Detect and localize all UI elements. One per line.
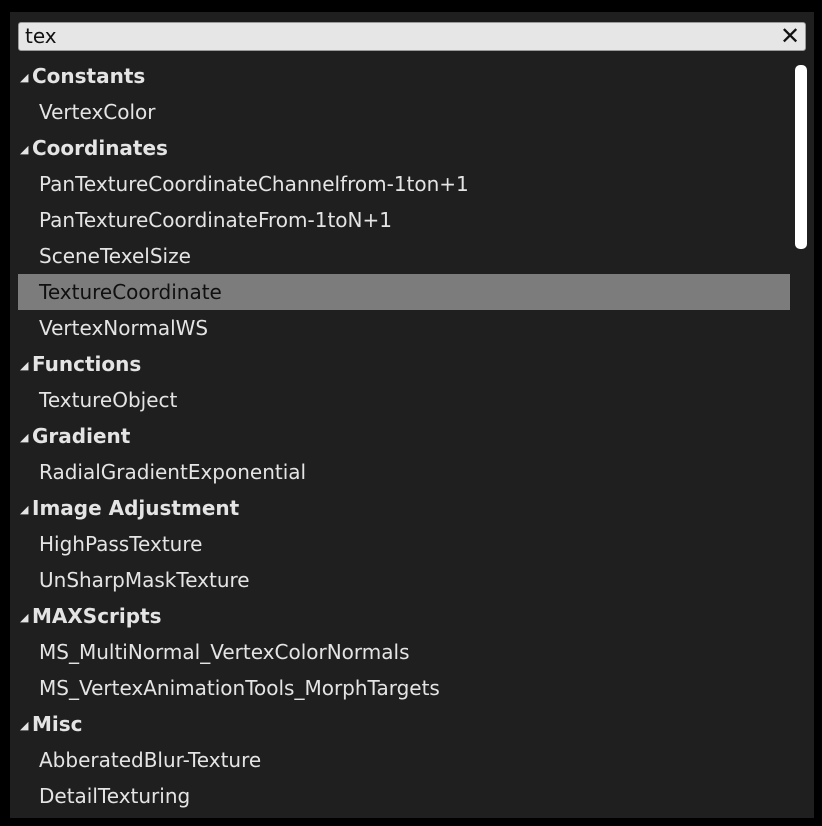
list-item[interactable]: TextureObject: [18, 382, 790, 418]
category-label: Gradient: [32, 424, 131, 448]
category-label: Coordinates: [32, 136, 168, 160]
search-box[interactable]: ✕: [18, 22, 806, 51]
clear-search-button[interactable]: ✕: [777, 24, 803, 49]
category-label: Misc: [32, 712, 83, 736]
category-header[interactable]: ◢ Coordinates: [18, 130, 790, 166]
list-item[interactable]: VertexColor: [18, 94, 790, 130]
category-header[interactable]: ◢ MAXScripts: [18, 598, 790, 634]
category-header[interactable]: ◢ Gradient: [18, 418, 790, 454]
list-item[interactable]: PanTextureCoordinateChannelfrom-1ton+1: [18, 166, 790, 202]
category-header[interactable]: ◢ Functions: [18, 346, 790, 382]
list-item[interactable]: HighPassTexture: [18, 526, 790, 562]
list-item[interactable]: RadialGradientExponential: [18, 454, 790, 490]
expand-triangle-icon[interactable]: ◢: [20, 348, 32, 384]
expand-triangle-icon[interactable]: ◢: [20, 132, 32, 168]
list-item[interactable]: MS_MultiNormal_VertexColorNormals: [18, 634, 790, 670]
list-item[interactable]: UnSharpMaskTexture: [18, 562, 790, 598]
category-header[interactable]: ◢ Image Adjustment: [18, 490, 790, 526]
category-label: Functions: [32, 352, 142, 376]
expand-triangle-icon[interactable]: ◢: [20, 60, 32, 96]
list-item[interactable]: AbberatedBlur-Texture: [18, 742, 790, 778]
vertical-scrollbar[interactable]: [793, 58, 809, 818]
list-item[interactable]: DetailTexturing: [18, 778, 790, 814]
expand-triangle-icon[interactable]: ◢: [20, 492, 32, 528]
list-item[interactable]: VertexNormalWS: [18, 310, 790, 346]
list-item[interactable]: MS_VertexAnimationTools_MorphTargets: [18, 670, 790, 706]
list-item[interactable]: PanTextureCoordinateFrom-1toN+1: [18, 202, 790, 238]
close-icon: ✕: [779, 22, 801, 50]
expand-triangle-icon[interactable]: ◢: [20, 708, 32, 744]
list-item-selected[interactable]: TextureCoordinate: [18, 274, 790, 310]
search-palette-panel: ✕ ◢ConstantsVertexColor◢CoordinatesPanTe…: [10, 12, 814, 818]
category-label: MAXScripts: [32, 604, 162, 628]
scrollbar-thumb[interactable]: [795, 65, 807, 249]
category-header[interactable]: ◢ Misc: [18, 706, 790, 742]
list-item[interactable]: SceneTexelSize: [18, 238, 790, 274]
expand-triangle-icon[interactable]: ◢: [20, 420, 32, 456]
category-header[interactable]: ◢ Constants: [18, 58, 790, 94]
category-label: Image Adjustment: [32, 496, 240, 520]
search-input[interactable]: [19, 23, 769, 50]
results-list: ◢ Constants VertexColor ◢ Coordinates PanText…: [18, 58, 790, 818]
category-label: Constants: [32, 64, 146, 88]
expand-triangle-icon[interactable]: ◢: [20, 600, 32, 636]
